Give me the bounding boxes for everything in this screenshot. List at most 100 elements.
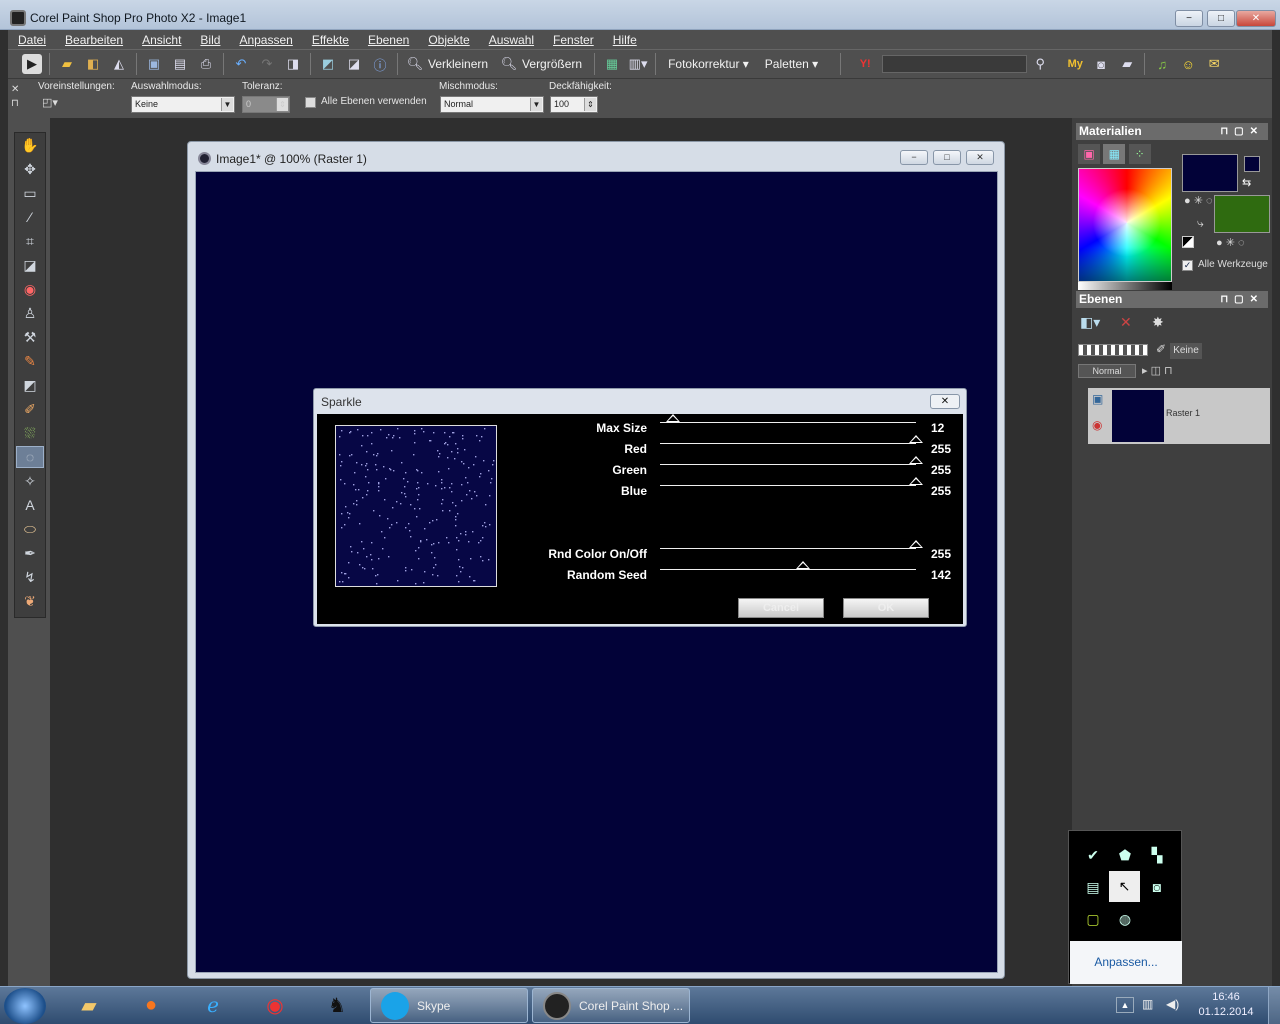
layer-effects-icon[interactable]: ✸ [1152,314,1164,331]
menu-anpassen[interactable]: Anpassen [239,33,292,47]
selection-mode-select[interactable]: Keine ▼ [131,96,235,113]
eraser-tool-icon[interactable]: ◩ [16,374,44,396]
nvidia-icon[interactable]: ▢ [1083,909,1103,929]
menu-bild[interactable]: Bild [200,33,220,47]
foreground-small-swatch[interactable] [1244,156,1260,172]
grayscale-strip[interactable] [1078,282,1172,290]
scan-icon[interactable]: ◭ [109,54,129,74]
swatches-tab-icon[interactable]: ⁘ [1128,144,1151,164]
volume-icon[interactable]: ◀) [1166,997,1179,1011]
rainbow-tab-icon[interactable]: ▦ [1103,144,1126,164]
yahoo-icon[interactable]: Y! [855,54,875,74]
zoom-out-button[interactable]: Verkleinern [428,57,488,71]
printer-icon[interactable]: ▤ [1083,877,1103,897]
menu-auswahl[interactable]: Auswahl [489,33,534,47]
undo-icon[interactable]: ↶ [231,54,251,74]
slider-thumb[interactable] [909,540,923,548]
smudge-tool-icon[interactable]: ✧ [16,470,44,492]
frame-tab-icon[interactable]: ▣ [1078,144,1100,164]
print-icon[interactable]: ⎙ [196,54,216,74]
all-tools-checkbox[interactable]: ✓ [1182,260,1193,271]
ok-button[interactable]: OK [843,598,929,618]
opacity-slider[interactable] [1078,344,1148,356]
warp-tool-icon[interactable]: ↯ [16,566,44,588]
menu-effekte[interactable]: Effekte [312,33,349,47]
save-as-icon[interactable]: ▤ [170,54,190,74]
lock-icon[interactable]: ▸ ◫ ⊓ [1142,364,1173,377]
slider-thumb[interactable] [909,477,923,485]
zoom-out-icon[interactable]: 🔍︎ [405,54,425,74]
remote-icon[interactable]: ◙ [1147,877,1167,897]
image-minimize-button[interactable]: − [900,150,928,165]
minimize-button[interactable]: − [1175,10,1203,27]
network-icon[interactable]: ▥ [1142,997,1153,1011]
taskbar-skype[interactable]: Skype [370,988,528,1023]
email-icon[interactable]: ◩ [318,54,338,74]
panel-controls-icon[interactable]: ⊓▢✕ [1220,123,1264,140]
screenshot-icon[interactable]: ▦ [602,54,622,74]
menu-bearbeiten[interactable]: Bearbeiten [65,33,123,47]
paint-brush-icon[interactable]: ✎ [16,350,44,372]
image-close-button[interactable]: ✕ [966,150,994,165]
internet-explorer-icon[interactable]: ℯ [186,989,240,1022]
blue-slider[interactable] [660,477,923,486]
cancel-button[interactable]: Cancel [738,598,824,618]
camera-icon[interactable]: ◙ [1091,54,1111,74]
clock[interactable]: 16:46 01.12.2014 [1196,990,1256,1020]
photo-fix-menu[interactable]: Fotokorrektur ▾ [668,57,749,71]
tray-customize-link[interactable]: Anpassen... [1070,941,1182,984]
app-penguin-icon[interactable]: ♞ [310,989,364,1022]
my-yahoo-icon[interactable]: My [1065,54,1085,74]
color-picker[interactable] [1078,168,1172,282]
show-desktop-button[interactable] [1268,987,1280,1024]
pan-tool-icon[interactable]: ✋ [16,134,44,156]
fg-style-buttons[interactable]: ● ✳ ◌ [1184,194,1213,207]
layer-blend-select[interactable]: Normal [1078,364,1136,378]
flood-fill-icon[interactable]: ⛆ [16,422,44,444]
mask-value[interactable]: Keine [1170,343,1202,359]
all-layers-checkbox[interactable] [305,97,316,108]
mask-icon[interactable]: ✐ [1156,342,1166,356]
red-eye-tool-icon[interactable]: ◉ [16,278,44,300]
pen-tool-icon[interactable]: ✒ [16,542,44,564]
dropper-tool-icon[interactable]: ⁄ [16,206,44,228]
close-button[interactable]: ✕ [1236,10,1276,27]
presets-button[interactable]: ◰▾ [42,96,70,113]
visibility-eye-icon[interactable]: ◉ [1092,418,1102,432]
tolerance-stepper[interactable]: 0 ⇕ [242,96,290,113]
slider-thumb[interactable] [909,456,923,464]
share-icon[interactable]: ◪ [344,54,364,74]
music-icon[interactable]: ♫ [1152,54,1172,74]
cursor-tool-icon[interactable]: ↖ [1109,871,1140,902]
crop-tool-icon[interactable]: ⌗ [16,230,44,252]
bg-style-buttons[interactable]: ● ✳ ◌ [1216,236,1245,249]
messenger-icon[interactable]: ☺ [1178,54,1198,74]
layer-row[interactable]: ▣ ◉ Raster 1 [1088,388,1270,444]
search-icon[interactable]: ⚲ [1030,54,1050,74]
firefox-icon[interactable]: ● [124,989,178,1022]
makeover-tool-icon[interactable]: ♙ [16,302,44,324]
display-icon[interactable]: ▚ [1147,845,1167,865]
slider-thumb[interactable] [796,561,811,569]
image-maximize-button[interactable]: □ [933,150,961,165]
search-input[interactable] [882,55,1028,73]
straighten-tool-icon[interactable]: ◪ [16,254,44,276]
random-seed-slider[interactable] [660,561,916,570]
swap-materials-icon[interactable]: ⤷ [1197,216,1204,231]
clone-tool-icon[interactable]: ⚒ [16,326,44,348]
opacity-stepper[interactable]: 100 ⇕ [550,96,598,113]
app-icon[interactable] [10,10,26,26]
background-color-swatch[interactable] [1214,195,1270,233]
menu-objekte[interactable]: Objekte [428,33,469,47]
menu-datei[interactable]: Datei [18,33,46,47]
show-hidden-icons-button[interactable]: ▲ [1116,997,1134,1013]
new-layer-icon[interactable]: ◧▾ [1080,314,1100,331]
menu-fenster[interactable]: Fenster [553,33,594,47]
security-shield-icon[interactable]: ⬟ [1115,845,1135,865]
dialog-close-button[interactable]: ✕ [930,394,960,409]
picture-tube-icon[interactable]: ◌ [16,446,44,468]
window-layout-icon[interactable]: ▥▾ [628,54,648,74]
network-check-icon[interactable]: ✔ [1083,845,1103,865]
menu-ansicht[interactable]: Ansicht [142,33,181,47]
redo-icon[interactable]: ↷ [257,54,277,74]
